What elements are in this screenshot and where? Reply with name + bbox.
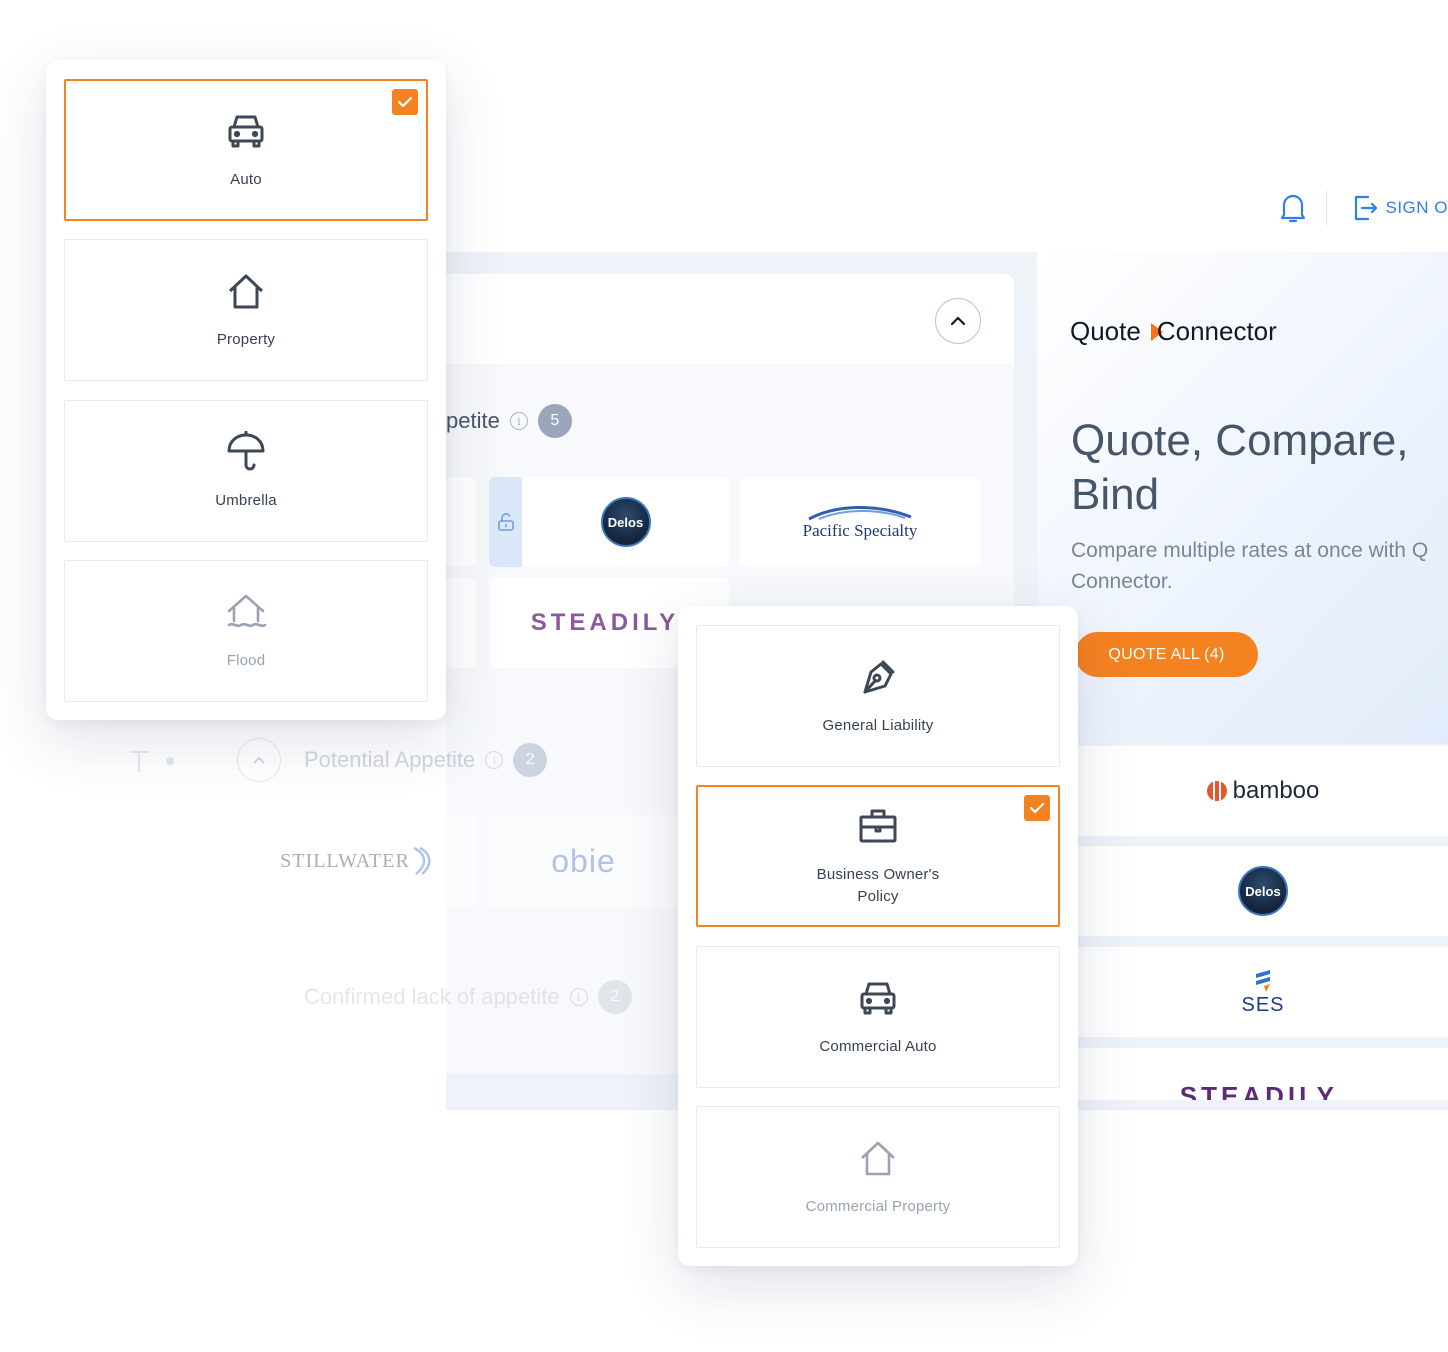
line-tile-general-liability[interactable]: General Liability (696, 625, 1060, 767)
commercial-lines-card: General Liability Business Owner's Polic… (678, 606, 1078, 1266)
appetite-title-text: petite (446, 408, 500, 433)
appetite-section-title: petite i 5 (446, 404, 572, 438)
brand-quote-text: Quote (1070, 316, 1141, 346)
line-tile-commercial-auto[interactable]: Commercial Auto (696, 946, 1060, 1088)
check-icon (1029, 802, 1045, 814)
carrier-tile-obie[interactable]: obie (489, 815, 678, 907)
tool-icon (130, 751, 148, 772)
appetite-count-badge: 5 (537, 404, 572, 438)
info-icon[interactable]: i (509, 412, 528, 430)
personal-lines-card: Auto Property Umbrella Flood (46, 60, 446, 720)
quote-connector-subtitle: Compare multiple rates at once with Q Co… (1071, 535, 1448, 597)
subtitle-line-1: Compare multiple rates at once with Q (1071, 539, 1429, 562)
bamboo-text: bamboo (1232, 777, 1320, 804)
tile-label: Flood (226, 652, 266, 669)
appetite-panel-header (446, 274, 1014, 364)
info-icon[interactable]: i (485, 751, 504, 769)
qc-carrier-delos[interactable]: Delos (1078, 846, 1448, 936)
qc-carrier-ses[interactable]: SES (1078, 947, 1448, 1037)
tile-label: Commercial Auto (819, 1038, 937, 1055)
carrier-tile-pacific-specialty[interactable]: Pacific Specialty (740, 477, 980, 567)
qc-carrier-bamboo[interactable]: bamboo (1078, 746, 1448, 836)
collapse-button[interactable] (935, 298, 981, 344)
briefcase-icon (858, 804, 898, 848)
line-tile-umbrella[interactable]: Umbrella (64, 400, 428, 542)
carrier-tile-hidden (446, 477, 476, 567)
house-icon (858, 1136, 898, 1180)
flood-house-icon (225, 590, 267, 634)
bamboo-logo: bamboo (1206, 777, 1320, 805)
title-line-2: Bind (1071, 470, 1160, 519)
quote-connector-title: Quote, Compare, Bind (1071, 414, 1448, 522)
carrier-tile-delos[interactable]: Delos (522, 477, 729, 567)
status-dot (166, 757, 174, 765)
line-tile-business-owners-policy[interactable]: Business Owner's Policy (696, 785, 1060, 927)
stillwater-logo: STILLWATER (280, 849, 410, 872)
line-tile-auto[interactable]: Auto (64, 79, 428, 221)
car-icon (226, 109, 266, 153)
sign-out-label: SIGN O (1385, 198, 1448, 217)
tile-label: Auto (230, 171, 262, 188)
bamboo-mark-icon (1206, 781, 1227, 801)
pacific-specialty-logo: Pacific Specialty (802, 503, 918, 541)
header-actions: SIGN O (1280, 186, 1448, 230)
checkbox-checked[interactable] (392, 89, 418, 115)
potential-count-badge: 2 (513, 743, 548, 777)
tile-label: Umbrella (215, 492, 277, 509)
line-tile-commercial-property[interactable]: Commercial Property (696, 1106, 1060, 1248)
potential-appetite-text: Potential Appetite (304, 747, 476, 772)
ses-text: SES (1241, 993, 1285, 1016)
subtitle-line-2: Connector. (1071, 570, 1173, 593)
line-tile-property[interactable]: Property (64, 239, 428, 381)
confirmed-lack-title: Confirmed lack of appetite i 2 (304, 980, 632, 1014)
umbrella-icon (226, 430, 266, 474)
delos-logo: Delos (600, 497, 651, 547)
delos-logo: Delos (1238, 866, 1288, 916)
chevron-up-icon (253, 756, 265, 764)
carrier-tile-hidden-2 (446, 578, 476, 668)
steadily-logo: STEADILY. (530, 609, 688, 636)
header-divider (1326, 191, 1328, 225)
tile-label: General Liability (822, 717, 934, 734)
pacific-wave-icon (808, 505, 912, 521)
delos-logo-text: Delos (607, 514, 644, 530)
potential-appetite-title: Potential Appetite i 2 (304, 743, 548, 777)
tile-label: Property (216, 331, 276, 348)
car-icon (858, 976, 898, 1020)
potential-row-prefix (124, 746, 174, 776)
tile-label: Commercial Property (805, 1198, 951, 1215)
checkbox-checked[interactable] (1024, 795, 1050, 821)
notifications-bell-icon[interactable] (1280, 188, 1306, 228)
ses-mark-icon (1256, 969, 1270, 992)
chevron-up-icon (950, 316, 966, 326)
check-icon (397, 96, 413, 108)
lock-strip[interactable] (489, 477, 522, 567)
info-icon[interactable]: i (569, 988, 588, 1006)
tile-label-line-2: Policy (857, 888, 899, 905)
quote-connector-logo: Quote Connector (1070, 316, 1277, 347)
sign-out-icon (1355, 195, 1378, 221)
delos-logo-text: Delos (1245, 883, 1281, 899)
qc-carrier-steadily[interactable]: STEADILY. (1078, 1048, 1448, 1100)
obie-logo: obie (551, 842, 616, 879)
unlock-icon (497, 513, 514, 531)
brand-connector-text: Connector (1156, 316, 1277, 346)
stillwater-wave-icon (413, 846, 431, 875)
confirmed-lack-count-badge: 2 (597, 980, 632, 1014)
pen-nib-icon (857, 655, 899, 699)
pacific-specialty-text: Pacific Specialty (802, 521, 918, 540)
ses-logo: SES (1241, 968, 1284, 1017)
tile-label-line-1: Business Owner's (816, 866, 940, 883)
sign-out-button[interactable]: SIGN O (1353, 194, 1448, 222)
title-line-1: Quote, Compare, (1071, 416, 1409, 465)
confirmed-lack-text: Confirmed lack of appetite (304, 984, 560, 1009)
house-icon (226, 269, 266, 313)
quote-all-button[interactable]: QUOTE ALL (4) (1075, 632, 1258, 677)
line-tile-flood[interactable]: Flood (64, 560, 428, 702)
carrier-tile-stillwater[interactable]: STILLWATER (237, 815, 477, 907)
steadily-logo: STEADILY. (1179, 1081, 1347, 1100)
potential-collapse-button[interactable] (237, 738, 281, 782)
